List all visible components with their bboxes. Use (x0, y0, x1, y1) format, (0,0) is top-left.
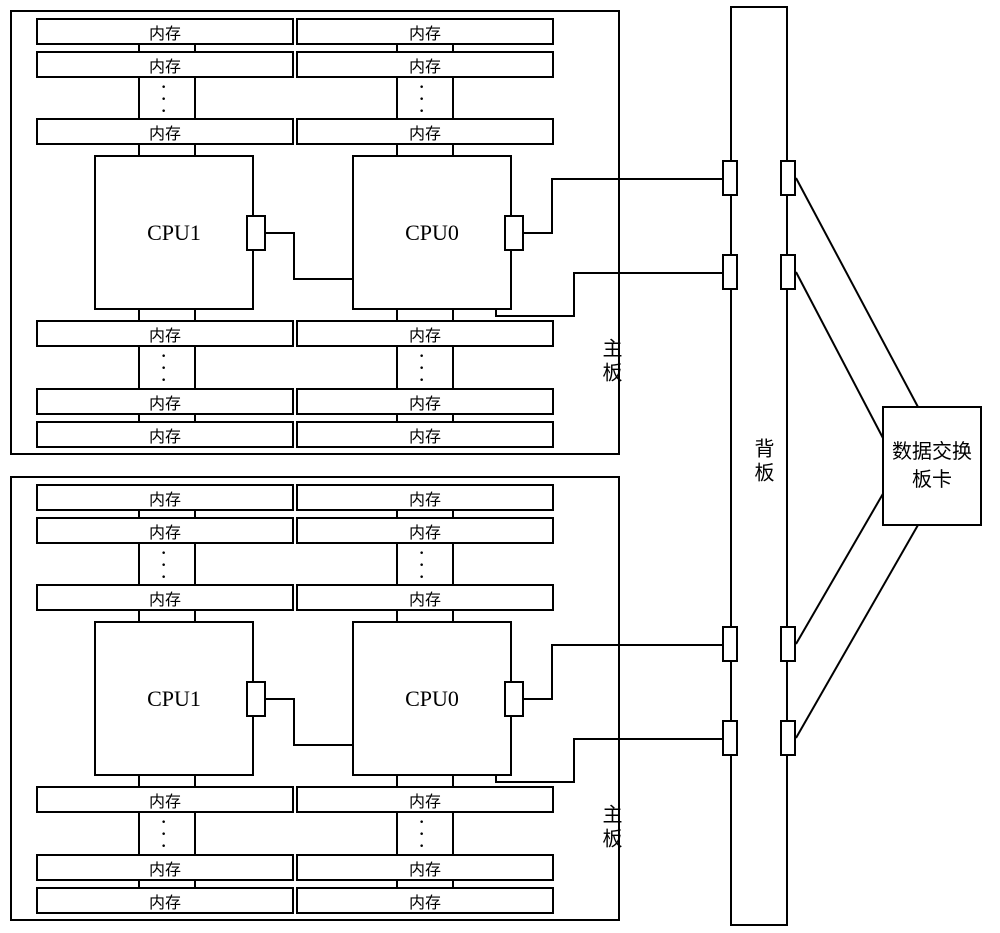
memory-module: 内存 (296, 388, 554, 415)
memory-label: 内存 (409, 53, 441, 77)
memory-module: 内存 (296, 517, 554, 544)
memory-module: 内存 (36, 18, 294, 45)
cpu0-label: CPU0 (405, 220, 459, 246)
memory-module: 内存 (36, 484, 294, 511)
memory-module: 内存 (36, 51, 294, 78)
backplane-connector (722, 160, 738, 196)
memory-label: 内存 (149, 889, 181, 913)
memory-module: 内存 (296, 18, 554, 45)
ellipsis-icon: ··· (160, 350, 167, 386)
ellipsis-icon: ··· (160, 816, 167, 852)
memory-label: 内存 (149, 856, 181, 880)
cpu0-block: CPU0 (352, 155, 512, 310)
memory-module: 内存 (36, 786, 294, 813)
memory-module: 内存 (296, 786, 554, 813)
backplane-connector (780, 626, 796, 662)
memory-module: 内存 (296, 421, 554, 448)
memory-label: 内存 (149, 519, 181, 543)
memory-module: 内存 (296, 51, 554, 78)
ellipsis-icon: ··· (418, 350, 425, 386)
memory-label: 内存 (149, 20, 181, 44)
memory-module: 内存 (36, 517, 294, 544)
memory-label: 内存 (409, 486, 441, 510)
cpu1-right-connector (246, 681, 266, 717)
cpu1-label: CPU1 (147, 686, 201, 712)
cpu1-block: CPU1 (94, 155, 254, 310)
memory-label: 内存 (409, 586, 441, 610)
cpu1-block: CPU1 (94, 621, 254, 776)
ellipsis-icon: ··· (160, 81, 167, 117)
data-switch-card: 数据交换板卡 (882, 406, 982, 526)
backplane-connector (780, 254, 796, 290)
memory-module: 内存 (36, 388, 294, 415)
backplane-connector (722, 626, 738, 662)
memory-label: 内存 (149, 53, 181, 77)
memory-label: 内存 (409, 889, 441, 913)
memory-label: 内存 (149, 486, 181, 510)
memory-label: 内存 (149, 788, 181, 812)
memory-module: 内存 (296, 584, 554, 611)
memory-module: 内存 (36, 421, 294, 448)
memory-label: 内存 (409, 120, 441, 144)
memory-label: 内存 (409, 856, 441, 880)
backplane-connector (780, 720, 796, 756)
ellipsis-icon: ··· (418, 547, 425, 583)
memory-label: 内存 (149, 586, 181, 610)
memory-label: 内存 (149, 390, 181, 414)
cpu0-right-connector (504, 215, 524, 251)
memory-module: 内存 (296, 887, 554, 914)
cpu1-label: CPU1 (147, 220, 201, 246)
ellipsis-icon: ··· (418, 81, 425, 117)
memory-module: 内存 (296, 320, 554, 347)
cpu0-right-connector (504, 681, 524, 717)
memory-module: 内存 (296, 854, 554, 881)
memory-label: 内存 (409, 390, 441, 414)
memory-label: 内存 (409, 519, 441, 543)
memory-module: 内存 (36, 887, 294, 914)
ellipsis-icon: ··· (418, 816, 425, 852)
memory-module: 内存 (296, 118, 554, 145)
memory-module: 内存 (36, 584, 294, 611)
memory-label: 内存 (409, 20, 441, 44)
memory-label: 内存 (149, 322, 181, 346)
backplane-connector (780, 160, 796, 196)
memory-label: 内存 (409, 423, 441, 447)
memory-module: 内存 (36, 854, 294, 881)
switch-card-label: 数据交换板卡 (892, 438, 972, 494)
motherboard-1-label: 主板 (596, 804, 625, 852)
backplane-connector (722, 720, 738, 756)
ellipsis-icon: ··· (160, 547, 167, 583)
memory-module: 内存 (296, 484, 554, 511)
motherboard-0-label: 主板 (596, 338, 625, 386)
cpu1-right-connector (246, 215, 266, 251)
memory-module: 内存 (36, 118, 294, 145)
backplane-label: 背板 (748, 438, 777, 486)
memory-label: 内存 (149, 120, 181, 144)
backplane-connector (722, 254, 738, 290)
cpu0-block: CPU0 (352, 621, 512, 776)
memory-label: 内存 (149, 423, 181, 447)
memory-label: 内存 (409, 322, 441, 346)
memory-label: 内存 (409, 788, 441, 812)
memory-module: 内存 (36, 320, 294, 347)
cpu0-label: CPU0 (405, 686, 459, 712)
